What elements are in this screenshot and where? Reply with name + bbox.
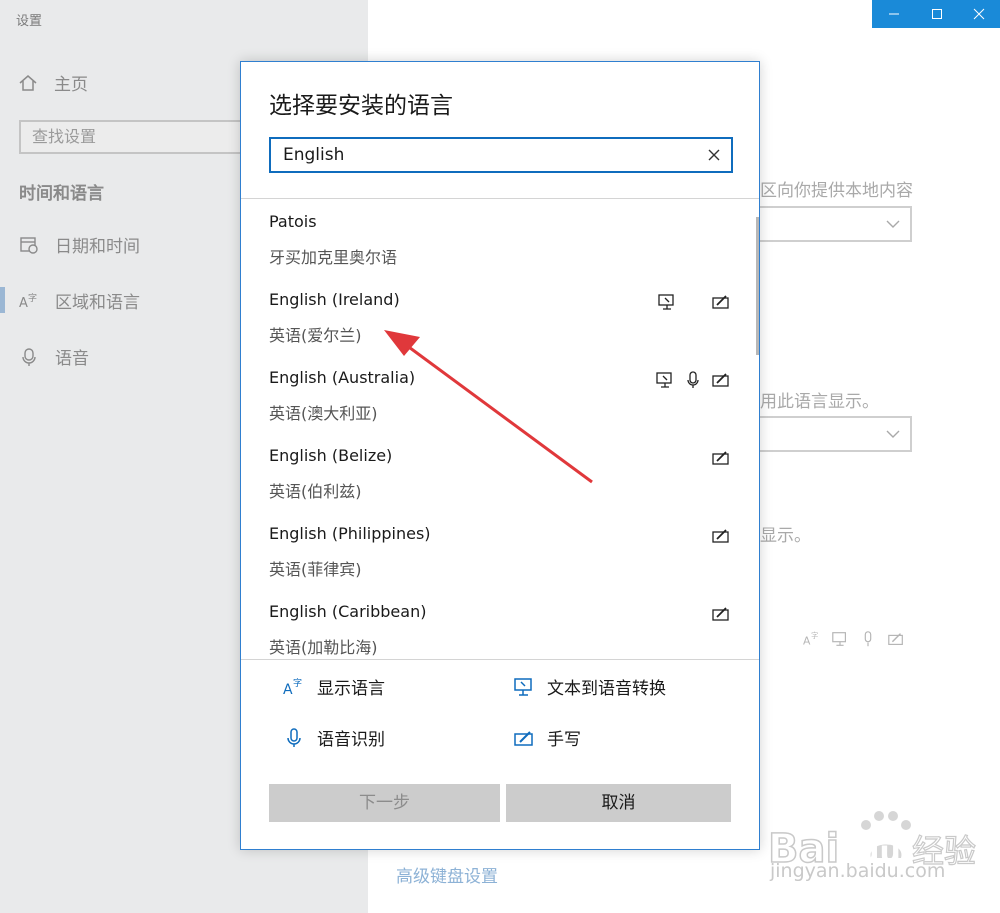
language-name-zh: 英语(加勒比海) (269, 638, 378, 657)
legend-display-language: A 字 显示语言 (283, 674, 385, 700)
language-name-zh: 牙买加克里奥尔语 (269, 248, 398, 267)
bg-display-language-text: 用此语言显示。 (760, 392, 879, 412)
handwriting-icon (712, 607, 729, 621)
language-item-english-caribbean[interactable]: English (Caribbean) 英语(加勒比海) (269, 590, 731, 658)
sidebar-item-speech[interactable]: 语音 (19, 344, 89, 369)
legend-label: 语音识别 (317, 730, 385, 750)
maximize-button[interactable] (916, 0, 958, 28)
language-name-en: English (Philippines) (269, 524, 431, 543)
window-controls (872, 0, 1000, 28)
cancel-button[interactable]: 取消 (506, 784, 731, 822)
bg-local-content-text: 区向你提供本地内容 (760, 181, 913, 201)
svg-text:字: 字 (28, 292, 37, 304)
maximize-icon (932, 9, 942, 19)
baidu-watermark-logo: Bai du 经验 (767, 811, 977, 873)
language-name-en: English (Ireland) (269, 290, 400, 309)
language-name-en: English (Australia) (269, 368, 416, 387)
handwriting-icon (888, 633, 903, 645)
next-button[interactable]: 下一步 (269, 784, 500, 822)
sidebar-item-date-time[interactable]: 日期和时间 (19, 232, 140, 257)
handwriting-icon (514, 730, 533, 746)
language-name-en: Patois (269, 212, 317, 231)
language-item-patois[interactable]: Patois 牙买加克里奥尔语 (269, 200, 731, 278)
display-language-icon: A字 (803, 631, 818, 647)
bg-country-dropdown[interactable] (750, 206, 912, 242)
home-icon (19, 74, 37, 91)
language-icon: A 字 (19, 292, 37, 311)
language-search-input[interactable]: English (269, 137, 733, 173)
handwriting-icon (712, 451, 729, 465)
active-indicator (0, 287, 5, 313)
legend-label: 手写 (547, 730, 581, 750)
language-name-zh: 英语(菲律宾) (269, 560, 362, 579)
minimize-icon (889, 13, 899, 15)
language-item-english-belize[interactable]: English (Belize) 英语(伯利兹) (269, 434, 731, 512)
close-button[interactable] (958, 0, 1000, 28)
sidebar-item-home[interactable]: 主页 (18, 70, 88, 95)
legend-label: 显示语言 (317, 679, 385, 699)
choose-language-dialog: 选择要安装的语言 English Patois 牙买加克里奥尔语 English… (240, 61, 760, 850)
handwriting-icon (712, 529, 729, 543)
language-features (711, 526, 731, 546)
language-list: Patois 牙买加克里奥尔语 English (Ireland) 英语(爱尔兰… (241, 200, 759, 658)
minimize-button[interactable] (872, 0, 916, 28)
section-title: 时间和语言 (19, 184, 104, 204)
bg-language-dropdown[interactable] (750, 416, 912, 452)
speech-recognition-icon (287, 727, 301, 747)
language-item-english-philippines[interactable]: English (Philippines) 英语(菲律宾) (269, 512, 731, 590)
language-item-english-australia[interactable]: English (Australia) 英语(澳大利亚) (269, 356, 731, 434)
handwriting-icon (712, 373, 729, 387)
display-language-icon: A 字 (283, 677, 302, 698)
close-icon (973, 8, 985, 20)
legend-label: 文本到语音转换 (547, 679, 666, 699)
language-name-en: English (Caribbean) (269, 602, 427, 621)
list-bottom-divider (241, 659, 759, 660)
advanced-keyboard-settings-link[interactable]: 高级键盘设置 (396, 862, 498, 887)
sidebar-item-label: 主页 (54, 75, 88, 95)
chevron-down-icon (886, 220, 900, 228)
svg-text:A: A (803, 634, 811, 647)
language-item-english-ireland[interactable]: English (Ireland) 英语(爱尔兰) (269, 278, 731, 356)
legend-text-to-speech: 文本到语音转换 (513, 674, 666, 699)
search-value: English (283, 145, 345, 165)
sidebar-item-region-language[interactable]: A 字 区域和语言 (19, 288, 140, 314)
sidebar-item-label: 日期和时间 (55, 237, 140, 257)
text-to-speech-icon (514, 677, 532, 696)
svg-text:A: A (19, 296, 28, 311)
language-name-zh: 英语(澳大利亚) (269, 404, 378, 423)
clear-search-icon[interactable] (707, 148, 721, 162)
microphone-icon (22, 347, 36, 366)
language-name-zh: 英语(爱尔兰) (269, 326, 362, 345)
list-top-divider (241, 198, 759, 199)
sidebar-item-label: 语音 (55, 349, 89, 369)
chevron-down-icon (886, 430, 900, 438)
legend-speech-recognition: 语音识别 (283, 725, 385, 750)
language-name-en: English (Belize) (269, 446, 393, 465)
text-to-speech-icon (658, 294, 674, 310)
search-placeholder: 查找设置 (32, 127, 97, 146)
list-scrollbar[interactable] (756, 217, 759, 355)
language-features (657, 292, 731, 312)
svg-text:字: 字 (811, 631, 818, 640)
app-title: 设置 (16, 14, 43, 29)
text-to-speech-icon (656, 372, 672, 388)
sidebar-item-label: 区域和语言 (55, 293, 140, 313)
speech-recognition-icon (687, 371, 699, 388)
bg-display-text: 显示。 (760, 526, 811, 546)
dialog-title: 选择要安装的语言 (269, 93, 453, 119)
language-features (711, 448, 731, 468)
svg-text:字: 字 (293, 677, 302, 689)
handwriting-icon (712, 295, 729, 309)
text-to-speech-icon (832, 632, 846, 646)
language-features (655, 370, 731, 390)
legend-handwriting: 手写 (513, 725, 581, 750)
svg-text:A: A (283, 682, 293, 698)
speech-recognition-icon (864, 631, 872, 647)
language-name-zh: 英语(伯利兹) (269, 482, 362, 501)
calendar-clock-icon (20, 236, 38, 254)
language-features (711, 604, 731, 624)
bg-language-features: A字 (803, 630, 905, 648)
watermark-url: jingyan.baidu.com (770, 860, 946, 882)
